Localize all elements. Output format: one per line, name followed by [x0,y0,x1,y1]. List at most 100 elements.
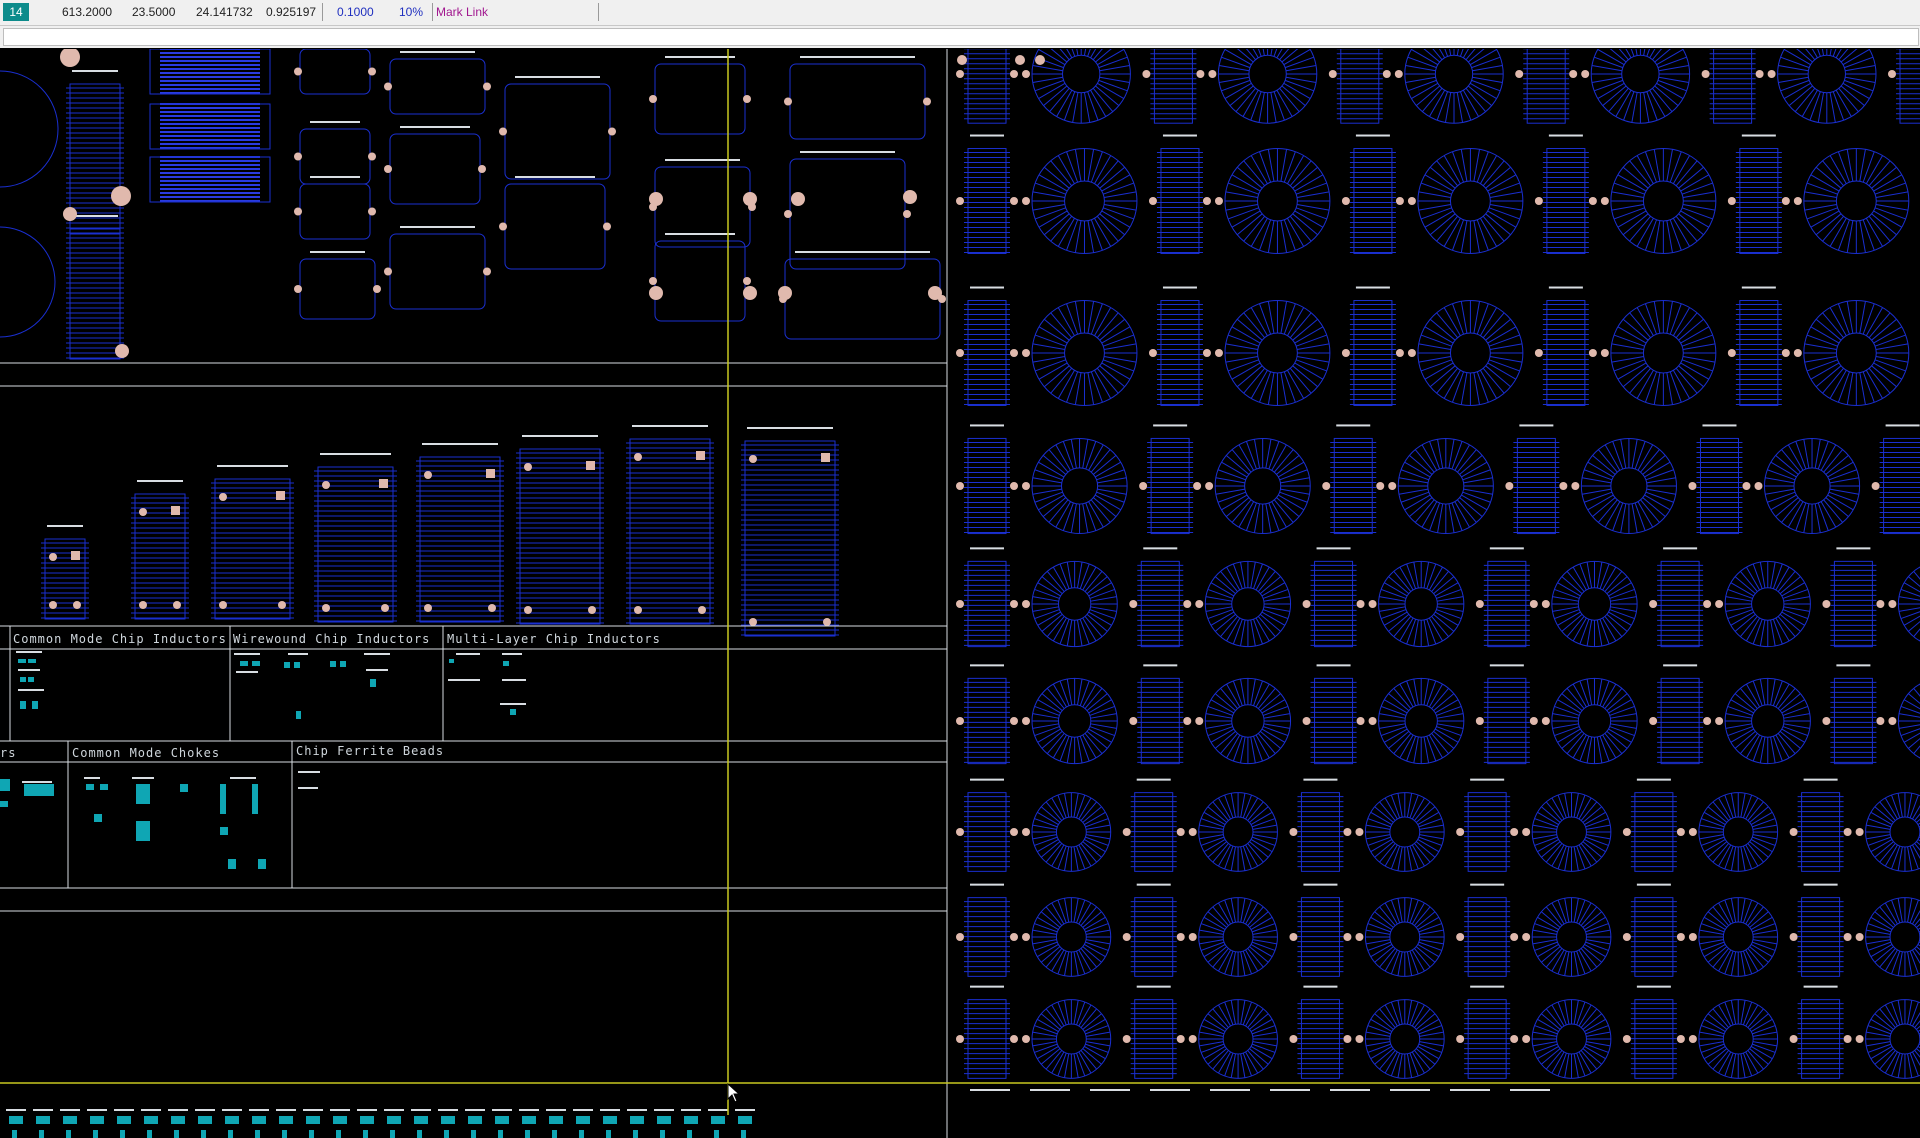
inductor-footprint [149,156,271,203]
zoom-level-readout[interactable]: 10% [399,3,423,21]
toroid-footprint [1378,560,1465,648]
silk-bar [1803,985,1838,988]
distance-readout: 24.141732 [196,5,253,19]
smd-pad [510,709,516,715]
angle-readout: 0.925197 [266,5,317,19]
pad [524,463,532,471]
pad [1139,482,1148,490]
toroid-footprint [1417,148,1524,254]
pad [1202,349,1211,357]
smd-pad [684,1116,698,1124]
silk-bar [1548,134,1583,137]
smd-pad [330,661,336,667]
toroid-footprint [1865,792,1920,872]
pad [1356,600,1365,608]
toroid-footprint [1404,49,1504,124]
command-input[interactable] [3,28,1919,46]
coil-footprint [1156,134,1203,254]
pad [1010,600,1018,608]
smd-pad [147,1130,152,1138]
inductor-footprint [499,176,611,270]
coil-footprint [1696,424,1743,535]
silk-bar [1663,664,1698,667]
toroid-footprint [1031,897,1112,977]
pad [294,285,302,293]
silk-bar [87,1109,107,1111]
coil-footprint [1630,778,1677,872]
square-pad [171,506,180,515]
edit-mode-indicator[interactable]: Mark Link [436,3,488,21]
coil-footprint [1137,547,1184,648]
silk-bar [366,669,388,671]
pad [1588,349,1597,357]
toroid-footprint [1204,677,1292,765]
coil-footprint [1657,547,1704,648]
toroid-footprint [1198,999,1278,1079]
pad [903,210,911,218]
pad [1534,197,1543,205]
smd-pad [738,1116,752,1124]
silk-bar [1702,424,1737,427]
pad [60,49,80,67]
silk-bar [1355,286,1390,289]
pcb-layout-canvas[interactable]: Common Mode Chip Inductors Wirewound Chi… [0,49,1920,1138]
smd-pad [32,701,38,709]
pad [49,601,57,609]
pad [634,453,642,461]
pad [1676,1035,1685,1043]
pad [1600,197,1609,205]
coil-footprint [1297,883,1344,977]
pad [1407,349,1416,357]
silk-bar [665,56,735,58]
inductor-footprint [294,49,376,95]
silk-bar [114,1109,134,1111]
coil-footprint [1150,49,1197,124]
pad [1541,600,1550,608]
smd-pad [86,784,94,790]
coil-footprint [964,286,1010,406]
silk-bar [137,480,183,482]
smd-pad [28,677,34,682]
pad [956,70,964,78]
pad [1510,1035,1519,1043]
smd-pad [28,659,36,663]
pad [1522,933,1531,941]
silk-bar [1355,134,1390,137]
pad [219,601,227,609]
smd-pad [603,1116,617,1124]
grid-size-readout[interactable]: 0.1000 [337,3,374,21]
pad [1188,828,1197,836]
pad [111,186,131,206]
square-pad [821,453,830,462]
coil-footprint [1797,778,1844,872]
smd-pad [258,859,266,869]
active-layer-indicator[interactable]: 14 [3,3,29,21]
pad [373,285,381,293]
smd-pad [20,677,26,682]
toroid-footprint [1224,300,1331,406]
smd-pad [9,1116,23,1124]
pad [1456,828,1465,836]
pad [923,97,931,106]
silk-bar [1836,547,1871,550]
smd-pad [441,1116,455,1124]
silk-bar [18,669,40,671]
silk-bar [632,425,708,427]
smd-pad [12,1130,17,1138]
silk-bar [654,1109,674,1111]
toroid-footprint [1531,999,1612,1079]
silk-bar [320,453,391,455]
pad [384,267,392,276]
smd-pad [255,1130,260,1138]
smd-pad [282,1130,287,1138]
pad [1688,933,1697,941]
silk-bar [1803,778,1838,781]
pad [1888,600,1897,608]
silk-bar [222,1109,242,1111]
silk-bar [400,51,475,53]
pad [115,344,129,358]
pad [1368,600,1377,608]
pad [483,267,491,276]
smd-pad [94,814,102,822]
smd-pad [180,784,188,792]
